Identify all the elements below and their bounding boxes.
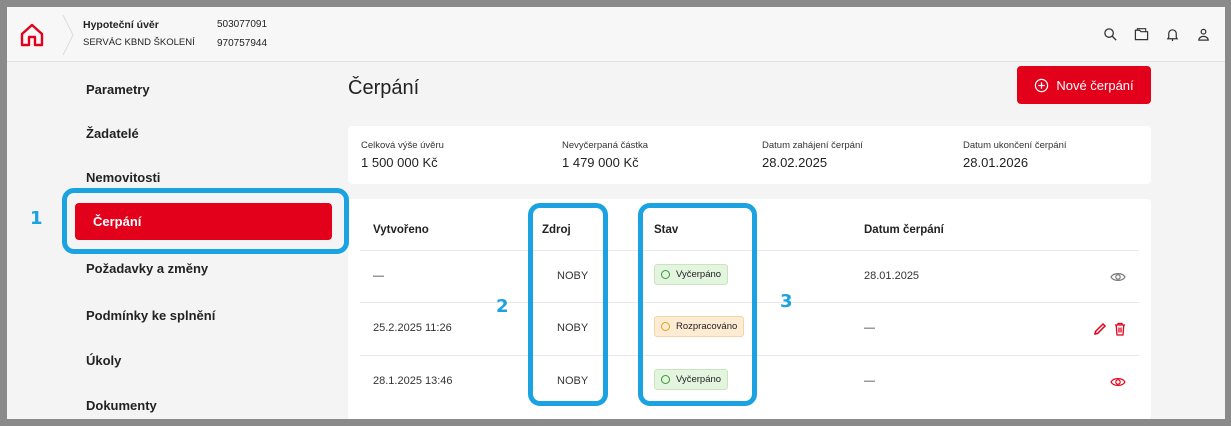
highlight-box-2 xyxy=(528,203,608,406)
case-title: Hypoteční úvěr xyxy=(83,19,159,31)
cell-created: 25.2.2025 11:26 xyxy=(373,322,452,334)
case-number: 503077091 xyxy=(217,19,268,30)
new-drawdown-button[interactable]: Nové čerpání xyxy=(1017,66,1151,104)
column-header-date[interactable]: Datum čerpání xyxy=(864,224,944,236)
sidebar-item-zadatele[interactable]: Žadatelé xyxy=(86,126,139,141)
summary-label: Nevyčerpaná částka xyxy=(562,140,649,151)
home-icon[interactable] xyxy=(19,22,45,48)
annotation-number-2: 2 xyxy=(496,296,509,317)
eye-icon[interactable] xyxy=(1110,374,1126,390)
app-header: Hypoteční úvěr 503077091 SERVÁC KBND ŠKO… xyxy=(7,7,1225,62)
summary-value: 28.02.2025 xyxy=(762,155,828,170)
cell-created: 28.1.2025 13:46 xyxy=(373,375,453,387)
summary-label: Datum ukončení čerpání xyxy=(963,140,1067,151)
cell-date: — xyxy=(864,322,875,334)
trash-icon[interactable] xyxy=(1112,321,1128,337)
sidebar-item-ukoly[interactable]: Úkoly xyxy=(86,353,121,368)
summary-value: 1 479 000 Kč xyxy=(562,155,639,170)
annotation-number-1: 1 xyxy=(30,208,43,229)
annotation-number-3: 3 xyxy=(780,291,793,312)
sidebar-item-nemovitosti[interactable]: Nemovitosti xyxy=(86,170,160,185)
new-drawdown-label: Nové čerpání xyxy=(1056,77,1134,93)
header-toolbar xyxy=(1103,27,1211,42)
column-header-created[interactable]: Vytvořeno xyxy=(373,224,429,236)
sidebar-item-podminky[interactable]: Podmínky ke splnění xyxy=(86,308,215,323)
summary-card: Celková výše úvěru 1 500 000 Kč Nevyčerp… xyxy=(348,126,1151,184)
header-divider-chevron xyxy=(62,15,74,55)
cell-date: 28.01.2025 xyxy=(864,270,920,282)
pencil-icon[interactable] xyxy=(1092,321,1108,337)
summary-value: 28.01.2026 xyxy=(963,155,1029,170)
page-title: Čerpání xyxy=(348,77,420,99)
sidebar-item-parametry[interactable]: Parametry xyxy=(86,82,150,97)
cell-date: — xyxy=(864,375,875,387)
highlight-box-1 xyxy=(62,188,349,254)
bell-icon[interactable] xyxy=(1165,27,1180,42)
client-name: SERVÁC KBND ŠKOLENÍ xyxy=(83,37,195,48)
sidebar-item-pozadavky[interactable]: Požadavky a změny xyxy=(86,261,208,276)
folder-icon[interactable] xyxy=(1134,27,1149,42)
plus-circle-icon xyxy=(1035,78,1049,92)
eye-icon[interactable] xyxy=(1110,269,1126,285)
search-icon[interactable] xyxy=(1103,27,1118,42)
summary-label: Celková výše úvěru xyxy=(361,140,444,151)
summary-label: Datum zahájení čerpání xyxy=(762,140,863,151)
user-icon[interactable] xyxy=(1196,27,1211,42)
sidebar-item-dokumenty[interactable]: Dokumenty xyxy=(86,398,157,413)
client-number: 970757944 xyxy=(217,38,268,49)
cell-created: — xyxy=(373,270,384,282)
summary-value: 1 500 000 Kč xyxy=(361,155,438,170)
highlight-box-3 xyxy=(638,203,757,406)
